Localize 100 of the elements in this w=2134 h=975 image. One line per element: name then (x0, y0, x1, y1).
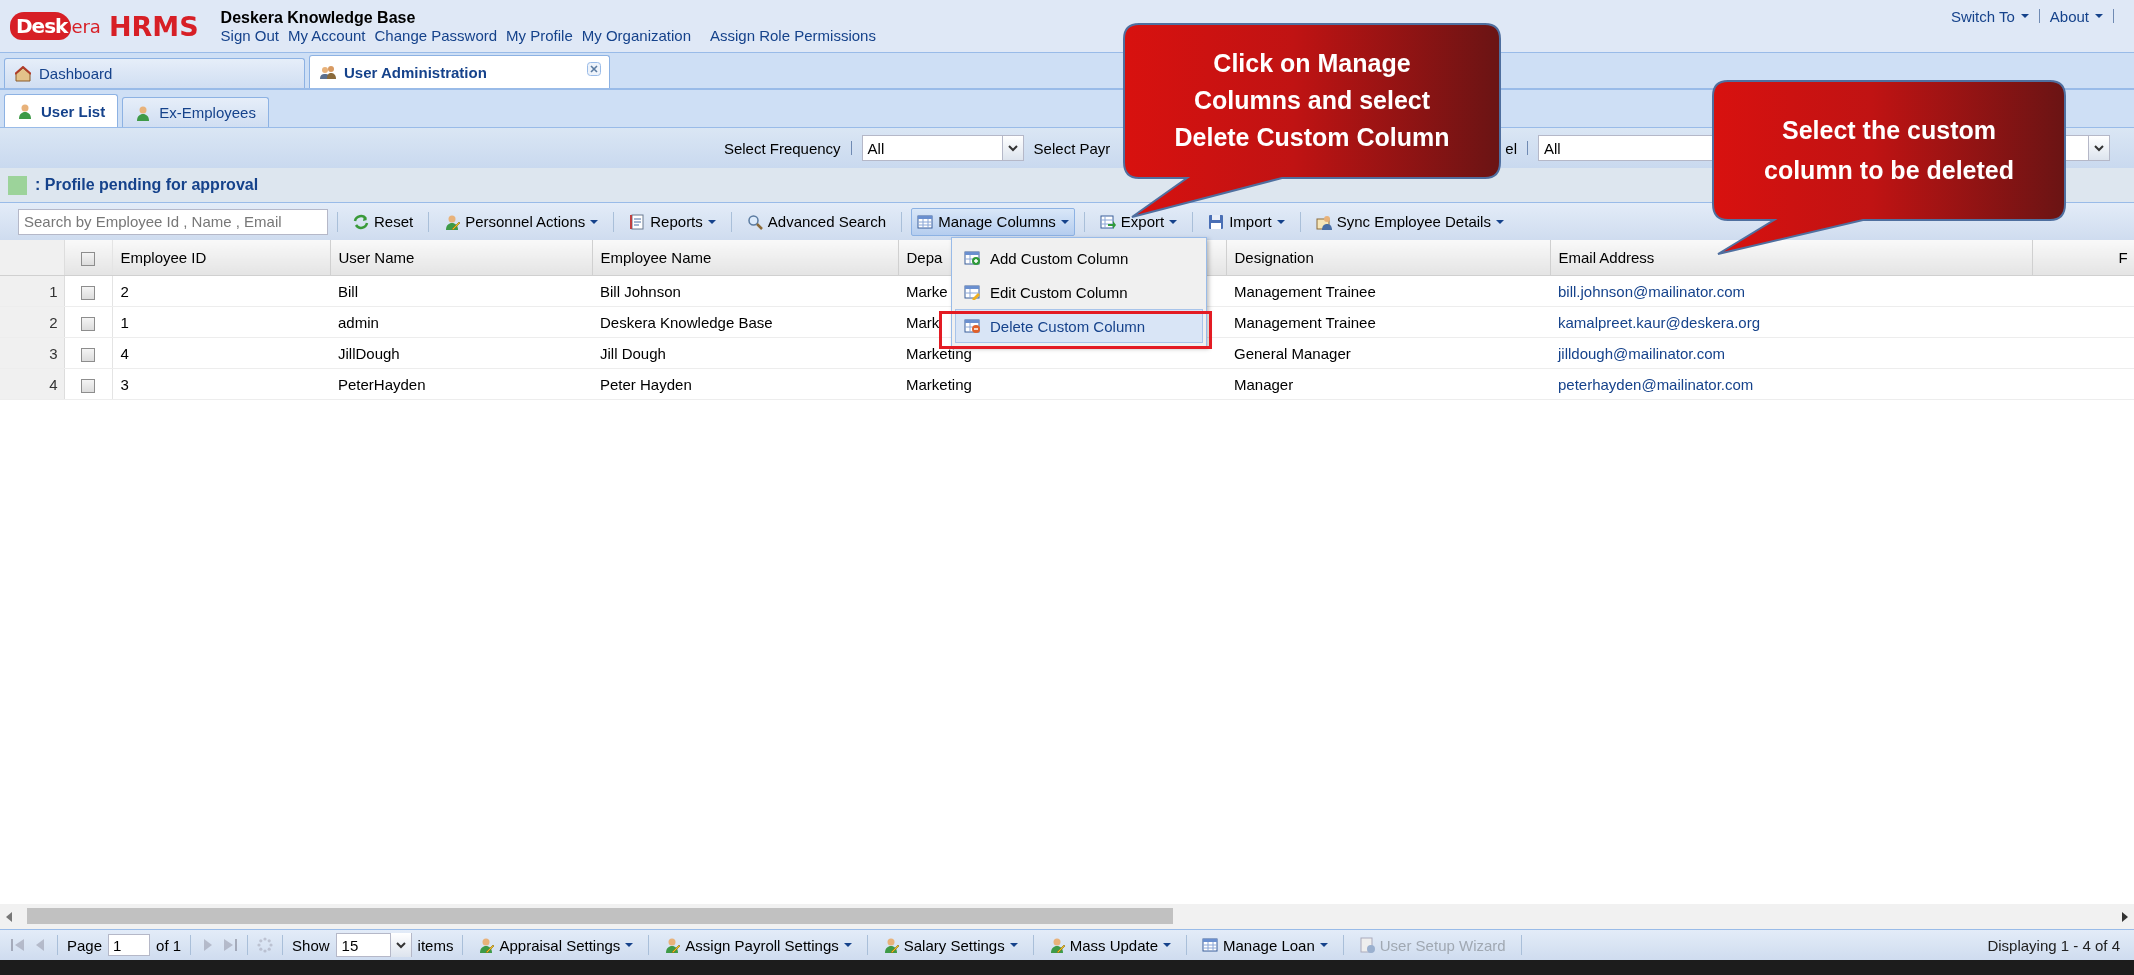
toolbar-button[interactable]: Salary Settings (876, 931, 1024, 959)
table-cell: Marketing (906, 344, 972, 362)
table-cell: Management Trainee (1234, 282, 1376, 300)
product-name: HRMS (108, 10, 199, 42)
pager-label: Show (292, 936, 330, 954)
tab[interactable]: Ex-Employees (122, 97, 269, 127)
page-field[interactable]: 1 (108, 934, 151, 956)
column-header[interactable]: Depa (906, 249, 943, 266)
table-cell: bill.johnson@mailinator.com (1558, 282, 1745, 300)
menu-link[interactable]: Switch To (1950, 7, 2029, 25)
row-number: 3 (49, 344, 58, 362)
tab[interactable]: User List (4, 94, 119, 127)
last-page-icon (222, 937, 239, 953)
callout-text: Click on Manage Columns and select Delete Custom Column (1173, 48, 1451, 153)
pager-label: of 1 (156, 936, 182, 954)
menu-item[interactable]: Add Custom Column (955, 241, 1203, 275)
toolbar-button[interactable]: Appraisal Settings (472, 931, 640, 959)
caret-icon (2094, 144, 2104, 152)
toolbar-button[interactable]: Mass Update (1042, 931, 1178, 959)
checkbox[interactable] (81, 252, 95, 266)
filter-label: Select Frequency (723, 139, 841, 157)
table-pencil-icon (964, 284, 980, 300)
table-cell: JillDough (338, 344, 400, 362)
table-cell: Mark (906, 313, 940, 331)
person-icon (17, 103, 33, 119)
menu-link[interactable]: About (2049, 7, 2103, 25)
page-size-dropdown[interactable]: 15 (335, 933, 412, 957)
pager-label: Page (67, 936, 103, 954)
table-cell: Bill (338, 282, 358, 300)
close-icon (587, 62, 601, 76)
column-header[interactable]: Employee ID (120, 249, 207, 266)
horizontal-scrollbar[interactable] (0, 904, 2134, 929)
person-card-icon (1315, 213, 1332, 230)
table-cell: kamalpreet.kaur@deskera.org (1558, 313, 1760, 331)
people-icon (320, 64, 336, 80)
table-cell: Jill Dough (600, 344, 666, 362)
column-header[interactable]: F (2118, 249, 2128, 266)
column-header[interactable]: Email Address (1558, 249, 1655, 266)
toolbar-button[interactable]: Sync Employee Details (1309, 207, 1510, 236)
table-cell: admin (338, 313, 379, 331)
company-name: Deskera Knowledge Base (220, 8, 417, 27)
person-icon (135, 104, 152, 121)
toolbar-button[interactable]: Reset (347, 207, 420, 236)
document-icon (1358, 937, 1375, 953)
table-cell: Marketing (906, 375, 972, 393)
toolbar-button[interactable]: Personnel Actions (438, 207, 605, 236)
filter-label: el (1505, 139, 1517, 157)
person-pencil-icon (478, 937, 495, 953)
loading-icon (257, 937, 274, 953)
table-plus-icon (964, 250, 980, 266)
tab[interactable]: User Administration (309, 55, 610, 88)
frequency-dropdown[interactable]: All (861, 135, 1024, 161)
table-cell: jilldough@mailinator.com (1558, 344, 1725, 362)
menu-item[interactable]: Edit Custom Column (955, 275, 1203, 309)
table-cell: Peter Hayden (600, 375, 692, 393)
toolbar-button[interactable]: Assign Payroll Settings (658, 931, 858, 959)
legend-text: : Profile pending for approval (35, 176, 259, 194)
toolbar-button[interactable]: Advanced Search (740, 207, 893, 236)
person-pencil-icon (444, 213, 461, 230)
toolbar-button[interactable]: Import (1202, 207, 1291, 236)
search-icon (746, 213, 763, 230)
header-link[interactable]: Assign Role Permissions (710, 26, 876, 44)
checkbox[interactable] (81, 316, 95, 331)
caret-icon (2020, 14, 2029, 18)
person-pencil-icon (882, 937, 899, 953)
toolbar-button[interactable]: Reports (623, 207, 722, 236)
table-cell: Management Trainee (1234, 313, 1376, 331)
search-field[interactable]: Search by Employee Id , Name , Email (18, 208, 328, 235)
column-header[interactable]: User Name (338, 249, 415, 266)
checkbox[interactable] (81, 285, 95, 300)
table-cell: 4 (120, 344, 129, 362)
person-pencil-icon (1048, 937, 1065, 953)
table-cell: Deskera Knowledge Base (600, 313, 773, 331)
person-pencil-icon (664, 937, 681, 953)
tab[interactable]: Dashboard (4, 58, 305, 88)
toolbar-button[interactable]: Manage Columns (911, 207, 1075, 236)
house-icon (15, 65, 31, 82)
header-link[interactable]: My Account (287, 26, 366, 44)
scroll-right-icon (2122, 911, 2128, 922)
pager-label: items (417, 936, 454, 954)
header-link[interactable]: Sign Out (220, 26, 279, 44)
table-cell: 2 (120, 282, 129, 300)
table-cell: Bill Johnson (600, 282, 681, 300)
checkbox[interactable] (81, 378, 95, 393)
scroll-left-icon (6, 911, 12, 922)
caret-icon (2095, 14, 2103, 18)
logo: Desk era (10, 12, 101, 40)
column-header[interactable]: Designation (1234, 249, 1314, 266)
column-header[interactable]: Employee Name (600, 249, 712, 266)
header-link[interactable]: Change Password (374, 26, 498, 44)
header-link[interactable]: My Profile (506, 26, 573, 44)
grid-icon (1202, 937, 1219, 953)
first-page-icon (10, 937, 26, 953)
table-minus-icon (964, 318, 980, 334)
checkbox[interactable] (81, 347, 95, 362)
document-icon (629, 213, 646, 230)
status-text: Displaying 1 - 4 of 4 (1987, 936, 2120, 954)
filter-label: Select Payr (1033, 139, 1111, 157)
toolbar-button[interactable]: Manage Loan (1196, 931, 1334, 959)
header-link[interactable]: My Organization (581, 26, 691, 44)
